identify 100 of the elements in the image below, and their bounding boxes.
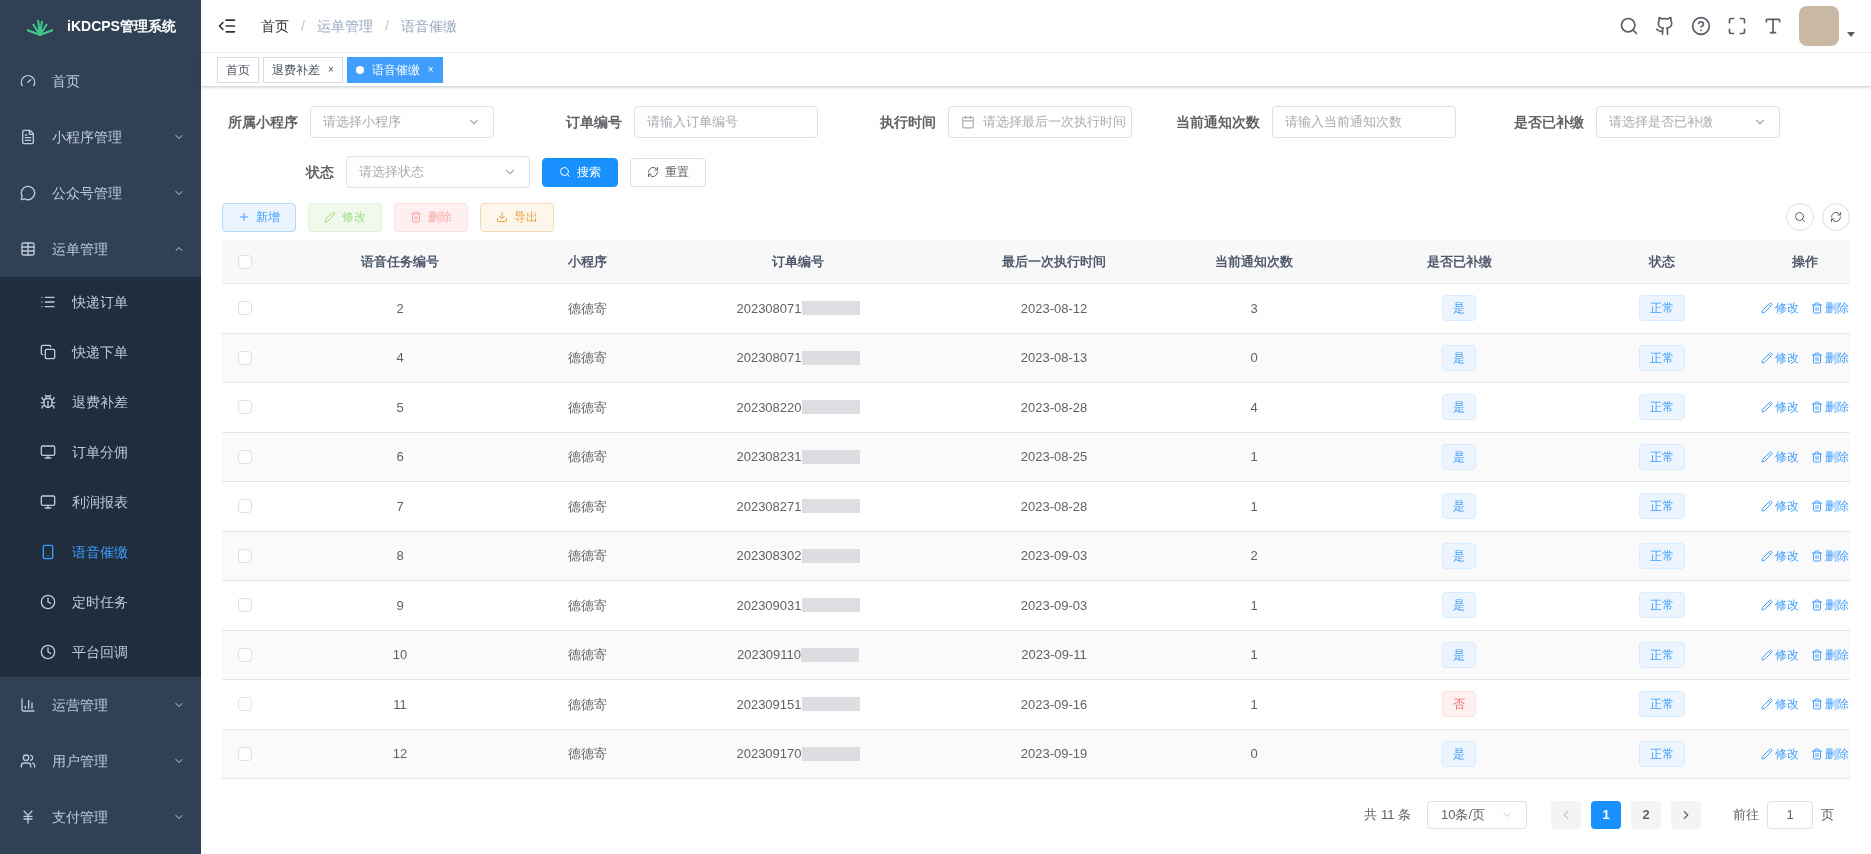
reset-button[interactable]: 重置 xyxy=(630,157,706,187)
table-cell-text: 4 xyxy=(396,349,404,367)
sidebar-submenu-item[interactable]: 订单分佣 xyxy=(0,427,201,477)
page-tab[interactable]: 首页 xyxy=(217,56,259,83)
edit-link[interactable]: 修改 xyxy=(1761,497,1799,516)
sidebar-menu-item[interactable]: 支付管理 xyxy=(0,789,201,845)
trash-icon xyxy=(410,211,422,223)
delete-link[interactable]: 删除 xyxy=(1811,546,1849,565)
row-checkbox[interactable] xyxy=(238,449,252,464)
sidebar-submenu-item[interactable]: 退费补差 xyxy=(0,377,201,427)
table-cell-text: 1 xyxy=(1250,497,1258,516)
delete-link[interactable]: 删除 xyxy=(1811,348,1849,367)
table-cell-text: 2023-08-25 xyxy=(1020,448,1088,466)
delete-link[interactable]: 删除 xyxy=(1811,447,1849,466)
select-field[interactable]: 请选择状态 xyxy=(346,156,530,188)
row-checkbox[interactable] xyxy=(238,301,252,316)
redaction-block xyxy=(801,548,860,563)
delete-link[interactable]: 删除 xyxy=(1811,398,1849,417)
sidebar-submenu-item[interactable]: 快递订单 xyxy=(0,277,201,327)
caret-down-icon[interactable] xyxy=(1847,31,1855,37)
search-icon[interactable] xyxy=(1619,16,1639,36)
page-tab[interactable]: 退费补差 × xyxy=(263,56,343,83)
page-size-select[interactable]: 10条/页 xyxy=(1427,801,1527,829)
edit-link[interactable]: 修改 xyxy=(1761,744,1799,763)
edit-link[interactable]: 修改 xyxy=(1761,596,1799,615)
export-button[interactable]: 导出 xyxy=(480,202,554,232)
pencil-icon xyxy=(1761,500,1773,513)
sidebar-menu-item[interactable]: 用户管理 xyxy=(0,733,201,789)
edit-link[interactable]: 修改 xyxy=(1761,695,1799,714)
select-field[interactable]: 请选择是否已补缴 xyxy=(1596,106,1780,138)
input-field[interactable]: 请输入订单编号 xyxy=(634,106,818,138)
paid-tag: 是 xyxy=(1442,344,1476,371)
sidebar-menu-item[interactable]: 首页 xyxy=(0,53,201,109)
breadcrumb-item[interactable]: 运单管理 xyxy=(316,15,373,37)
status-tag: 正常 xyxy=(1639,493,1685,520)
fullscreen-icon[interactable] xyxy=(1727,16,1747,36)
row-checkbox[interactable] xyxy=(238,350,252,365)
row-checkbox[interactable] xyxy=(238,499,252,514)
row-checkbox[interactable] xyxy=(238,400,252,415)
delete-link[interactable]: 删除 xyxy=(1811,596,1849,615)
row-checkbox[interactable] xyxy=(238,598,252,613)
sidebar-menu-item[interactable]: 小程序管理 xyxy=(0,109,201,165)
delete-link[interactable]: 删除 xyxy=(1811,299,1849,318)
sidebar-submenu-item[interactable]: 快递下单 xyxy=(0,327,201,377)
delete-link[interactable]: 删除 xyxy=(1811,645,1849,664)
sidebar-menu-item[interactable]: 运单管理 xyxy=(0,221,201,277)
edit-link[interactable]: 修改 xyxy=(1761,645,1799,664)
prev-page-button[interactable] xyxy=(1551,801,1581,829)
redaction-block xyxy=(801,697,860,712)
edit-link[interactable]: 修改 xyxy=(1761,398,1799,417)
goto-page-field[interactable]: 1 xyxy=(1767,801,1813,829)
row-checkbox[interactable] xyxy=(238,697,252,712)
breadcrumb-item[interactable]: 首页 xyxy=(261,15,289,37)
edit-link[interactable]: 修改 xyxy=(1761,348,1799,367)
sidebar-submenu-item[interactable]: 语音催缴 xyxy=(0,527,201,577)
delete-link[interactable]: 删除 xyxy=(1811,695,1849,714)
sidebar-menu-item[interactable]: 运营管理 xyxy=(0,677,201,733)
select-field[interactable]: 请选择小程序 xyxy=(310,106,494,138)
edit-link[interactable]: 修改 xyxy=(1761,447,1799,466)
table-cell-text: 11 xyxy=(393,695,407,714)
edit-link[interactable]: 修改 xyxy=(1761,299,1799,318)
table-cell-text: 4 xyxy=(1250,398,1258,417)
input-field[interactable]: 请输入当前通知次数 xyxy=(1272,106,1456,138)
pencil-icon xyxy=(1761,698,1773,711)
table-cell-text: 202309031 xyxy=(736,596,802,615)
header-checkbox[interactable] xyxy=(238,254,252,269)
help-icon[interactable] xyxy=(1691,16,1711,36)
chat-icon xyxy=(20,185,36,201)
table-cell-text: 德德寄 xyxy=(567,745,607,763)
delete-link[interactable]: 删除 xyxy=(1811,744,1849,763)
delete-link[interactable]: 删除 xyxy=(1811,497,1849,516)
row-checkbox[interactable] xyxy=(238,647,252,662)
github-icon[interactable] xyxy=(1655,16,1675,36)
table-cell-text: 德德寄 xyxy=(567,547,607,565)
tab-close[interactable]: × xyxy=(328,62,334,77)
next-page-button[interactable] xyxy=(1671,801,1701,829)
phone-icon xyxy=(40,544,56,560)
menu-toggle-icon[interactable] xyxy=(217,16,237,36)
bug-icon xyxy=(40,394,56,410)
row-checkbox[interactable] xyxy=(238,746,252,761)
font-size-icon[interactable] xyxy=(1763,16,1783,36)
breadcrumb-item: 语音催缴 xyxy=(400,16,457,36)
sidebar-menu-item[interactable]: 公众号管理 xyxy=(0,165,201,221)
sidebar-submenu-item[interactable]: 平台回调 xyxy=(0,627,201,677)
search-button[interactable]: 搜索 xyxy=(542,157,618,187)
pencil-icon xyxy=(1761,450,1773,463)
add-button[interactable]: 新增 xyxy=(222,202,296,232)
tab-close[interactable]: × xyxy=(427,62,434,77)
trash-icon xyxy=(1811,698,1823,711)
edit-link[interactable]: 修改 xyxy=(1761,546,1799,565)
page-button[interactable]: 1 xyxy=(1591,801,1621,829)
page-tab[interactable]: 语音催缴 × xyxy=(346,56,443,83)
avatar-photo-placeholder[interactable] xyxy=(1799,6,1839,46)
row-checkbox[interactable] xyxy=(238,548,252,563)
trash-icon xyxy=(1811,648,1823,661)
sidebar-submenu-item[interactable]: 定时任务 xyxy=(0,577,201,627)
sidebar-submenu-item[interactable]: 利润报表 xyxy=(0,477,201,527)
app-title: iKDCPS管理系统 xyxy=(67,17,176,36)
page-button[interactable]: 2 xyxy=(1631,801,1661,829)
table-cell-text: 1 xyxy=(1250,646,1258,664)
